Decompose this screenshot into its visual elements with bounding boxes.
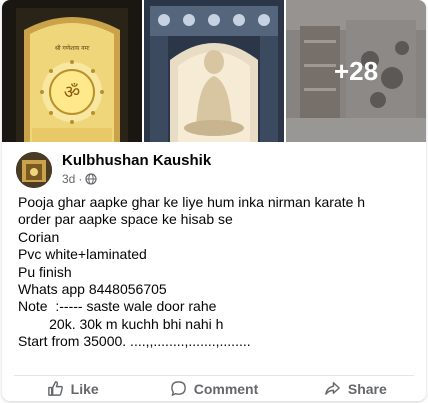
mandir-caption: श्री गणेशाय नमः <box>55 44 90 52</box>
post-actions: Like Comment Share <box>2 376 426 401</box>
post-header: Kulbhushan Kaushik 3d · <box>16 152 414 188</box>
author-name[interactable]: Kulbhushan Kaushik <box>62 152 211 169</box>
share-icon <box>325 382 340 395</box>
mandir-om-photo: श्री गणेशाय नमः ॐ <box>2 0 142 142</box>
post-line: order par aapke space ke hisab se <box>18 211 233 228</box>
avatar-image <box>16 152 52 188</box>
thumbs-up-icon <box>47 381 63 396</box>
photo-tile-1[interactable]: श्री गणेशाय नमः ॐ <box>2 0 142 142</box>
photo-gallery: श्री गणेशाय नमः ॐ +28 <box>2 0 426 142</box>
like-label: Like <box>70 380 99 397</box>
photo-tile-3[interactable]: +28 <box>286 0 426 142</box>
like-button[interactable]: Like <box>2 376 143 401</box>
share-label: Share <box>347 380 387 397</box>
comment-label: Comment <box>193 380 259 397</box>
om-symbol: ॐ <box>64 82 80 103</box>
post-line: Corian <box>18 228 60 245</box>
share-button[interactable]: Share <box>285 376 426 401</box>
more-photos-overlay[interactable]: +28 <box>286 0 426 142</box>
post-line: Pvc white+laminated <box>18 246 147 263</box>
avatar[interactable] <box>16 152 52 188</box>
post-meta: 3d · <box>62 172 97 186</box>
post-line: Note :----- saste wale door rahe <box>18 298 217 315</box>
photo-tile-2[interactable] <box>144 0 284 142</box>
post-line: Pu finish <box>18 263 72 280</box>
mandir-deity-photo <box>144 0 284 142</box>
post-time[interactable]: 3d <box>62 172 75 186</box>
post-line: Start from 35000. ....,,........,.......… <box>18 333 251 350</box>
post-line: Pooja ghar aapke ghar ke liye hum inka n… <box>18 194 366 210</box>
post-card: श्री गणेशाय नमः ॐ +28 Kulbhushan Kaushik… <box>2 0 426 401</box>
post-line: 20k. 30k m kuchh bhi nahi h <box>18 315 224 332</box>
comment-icon <box>170 381 186 396</box>
globe-icon <box>85 173 97 185</box>
comment-button[interactable]: Comment <box>143 376 284 401</box>
post-line: Whats app 8448056705 <box>18 281 167 298</box>
post-text: Pooja ghar aapke ghar ke liye hum inka n… <box>18 194 414 351</box>
